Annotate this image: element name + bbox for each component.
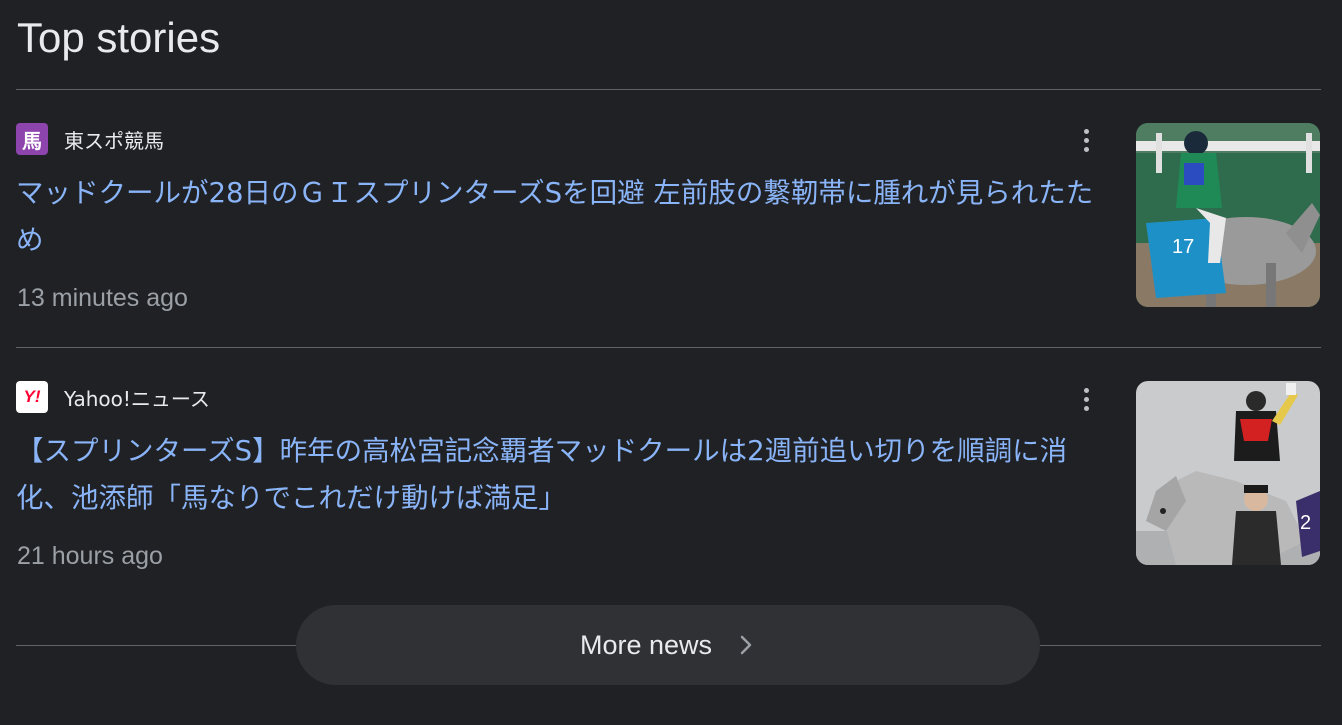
source-name: Yahoo!ニュース (64, 386, 210, 411)
section-title: Top stories (17, 14, 221, 61)
jockey-celebration-image: 2 (1136, 381, 1320, 565)
horse-training-image: 17 (1136, 123, 1320, 307)
story-thumbnail[interactable]: 2 (1136, 381, 1320, 565)
svg-text:17: 17 (1172, 236, 1194, 258)
more-news-label: More news (579, 629, 713, 660)
chevron-right-icon (740, 635, 752, 655)
story-divider (16, 347, 1321, 348)
story-headline-link[interactable]: 【スプリンターズS】昨年の高松宮記念覇者マッドクールは2週前追い切りを順調に消化… (16, 428, 1106, 522)
source-name: 東スポ競馬 (64, 128, 164, 153)
svg-text:2: 2 (1300, 512, 1311, 534)
story-thumbnail[interactable]: 17 (1136, 123, 1320, 307)
uma-favicon-icon: 馬 (16, 123, 48, 155)
story-headline-link[interactable]: マッドクールが28日のＧＩスプリンターズSを回避 左前肢の繋靭帯に腫れが見られた… (16, 170, 1106, 264)
more-vert-icon[interactable] (1070, 124, 1102, 156)
story-timestamp: 13 minutes ago (17, 284, 188, 312)
story-source[interactable]: 馬 東スポ競馬 (16, 123, 164, 155)
story-source[interactable]: Y! Yahoo!ニュース (16, 381, 210, 413)
yahoo-favicon-icon: Y! (16, 381, 48, 413)
top-divider (16, 89, 1321, 90)
more-news-button[interactable]: More news (296, 605, 1040, 685)
more-vert-icon[interactable] (1070, 383, 1102, 415)
story-timestamp: 21 hours ago (17, 542, 163, 570)
